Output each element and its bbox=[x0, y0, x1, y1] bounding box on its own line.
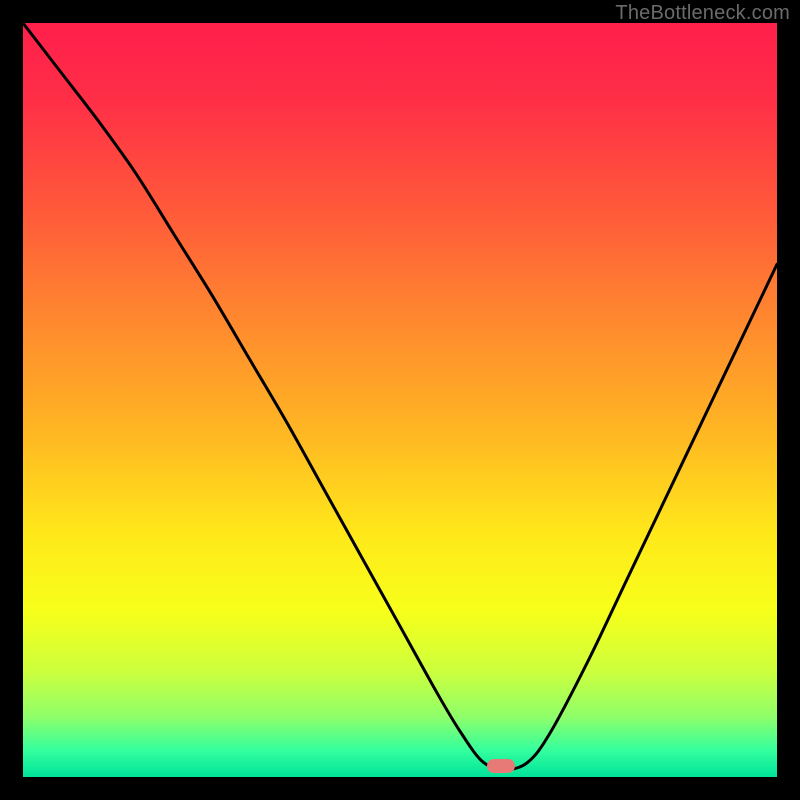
watermark-text: TheBottleneck.com bbox=[615, 2, 790, 25]
optimal-point-marker bbox=[487, 759, 515, 773]
chart-frame: TheBottleneck.com bbox=[0, 0, 800, 800]
plot-area bbox=[23, 23, 777, 777]
bottleneck-curve bbox=[23, 23, 777, 777]
